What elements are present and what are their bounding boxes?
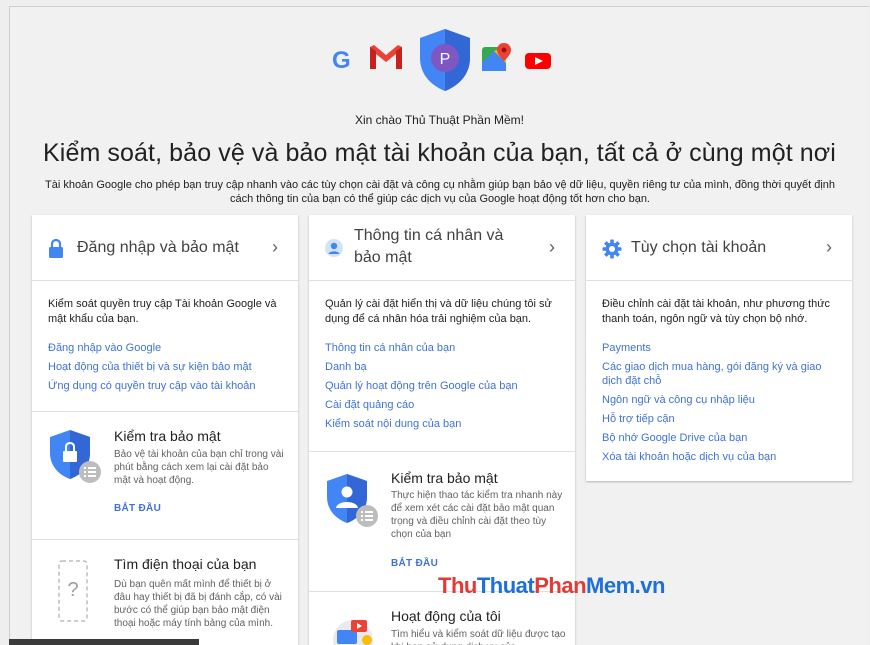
gmail-icon	[368, 43, 404, 76]
start-button[interactable]: BẮT ĐẦU	[114, 503, 161, 514]
card-title-line1: Thông tin cá nhân và	[354, 227, 504, 244]
promo-privacy-checkup: Kiểm tra bảo mật Thực hiện thao tác kiểm…	[309, 451, 575, 591]
greeting-text: Xin chào Thủ Thuật Phần Mềm!	[355, 113, 524, 127]
youtube-icon	[525, 51, 551, 76]
promo-title: Hoạt động của tôi	[391, 608, 501, 624]
card-signin-security: Đăng nhập và bảo mật › Kiểm soát quyền t…	[32, 215, 298, 645]
chevron-right-icon[interactable]: ›	[826, 237, 832, 258]
link-language-input[interactable]: Ngôn ngữ và công cụ nhập liệu	[602, 393, 836, 407]
svg-text:?: ?	[67, 579, 78, 601]
link-contacts[interactable]: Danh bạ	[325, 360, 559, 374]
watermark-logo: ThuThuatPhanMem.vn	[438, 573, 665, 598]
link-personal-info[interactable]: Thông tin cá nhân của bạn	[325, 341, 559, 355]
link-payments[interactable]: Payments	[602, 341, 836, 355]
link-ad-settings[interactable]: Cài đặt quảng cáo	[325, 398, 559, 412]
card-title: Thông tin cá nhân và bảo mật	[354, 225, 503, 269]
promo-my-activity: Hoạt động của tôi Tìm hiểu và kiểm soát …	[309, 591, 575, 645]
card-links: Payments Các giao dịch mua hàng, gói đăn…	[602, 341, 836, 464]
chevron-right-icon[interactable]: ›	[272, 237, 278, 258]
promo-title: Kiểm tra bảo mật	[391, 470, 498, 486]
card-description: Quản lý cài đặt hiển thị và dữ liệu chún…	[325, 298, 552, 325]
promo-text: Bảo vệ tài khoản của bạn chỉ trong vài p…	[114, 449, 284, 486]
promo-title: Tìm điện thoại của bạn	[114, 556, 257, 572]
link-apps-access[interactable]: Ứng dụng có quyền truy cập vào tài khoản	[48, 379, 282, 393]
promo-text: Dù bạn quên mất mình để thiết bị ở đâu h…	[114, 579, 282, 629]
card-header-personal[interactable]: Thông tin cá nhân và bảo mật ›	[309, 215, 575, 281]
google-g-icon: G	[332, 47, 351, 74]
promo-security-checkup: Kiểm tra bảo mật Bảo vệ tài khoản của bạ…	[32, 411, 298, 539]
security-shield-icon	[48, 428, 104, 489]
link-device-activity[interactable]: Hoạt động của thiết bị và sự kiện bảo mậ…	[48, 360, 282, 374]
card-header-account[interactable]: Tùy chọn tài khoản ›	[586, 215, 852, 281]
person-icon	[325, 239, 343, 262]
chevron-right-icon[interactable]: ›	[549, 237, 555, 258]
privacy-shield-icon	[325, 472, 381, 535]
page-subtitle: Tài khoản Google cho phép bạn truy cập n…	[44, 179, 836, 205]
promo-text: Thực hiện thao tác kiểm tra nhanh này để…	[391, 490, 563, 540]
link-drive-storage[interactable]: Bộ nhớ Google Drive của bạn	[602, 431, 836, 445]
google-account-page: G P Xin chào Thủ Thuật Phần Mềm! Kiểm so…	[10, 7, 869, 645]
link-accessibility[interactable]: Hỗ trợ tiếp cận	[602, 412, 836, 426]
card-title: Đăng nhập và bảo mật	[77, 239, 239, 256]
page-header: G P Xin chào Thủ Thuật Phần Mềm! Kiểm so…	[10, 7, 869, 219]
avatar-letter: P	[440, 51, 451, 68]
card-description: Điều chỉnh cài đặt tài khoản, như phương…	[602, 298, 831, 325]
link-delete-account[interactable]: Xóa tài khoản hoặc dịch vụ của bạn	[602, 450, 836, 464]
browser-viewport: G P Xin chào Thủ Thuật Phần Mềm! Kiểm so…	[9, 6, 869, 645]
page-headline: Kiểm soát, bảo vệ và bảo mật tài khoản c…	[43, 139, 836, 167]
status-bar	[9, 639, 199, 645]
gear-icon	[602, 239, 622, 264]
card-links: Đăng nhập vào Google Hoạt động của thiết…	[48, 341, 282, 393]
link-activity-controls[interactable]: Quản lý hoạt động trên Google của bạn	[325, 379, 559, 393]
card-links: Thông tin cá nhân của bạn Danh bạ Quản l…	[325, 341, 559, 431]
start-button[interactable]: BẮT ĐẦU	[391, 558, 438, 569]
my-activity-illustration-icon	[327, 610, 379, 645]
phone-question-icon: ?	[58, 560, 88, 627]
promo-title: Kiểm tra bảo mật	[114, 428, 221, 444]
card-title: Tùy chọn tài khoản	[631, 239, 767, 256]
card-title-line2: bảo mật	[354, 249, 412, 266]
link-purchases[interactable]: Các giao dịch mua hàng, gói đăng ký và g…	[602, 360, 836, 388]
account-shield-avatar-icon[interactable]: P	[418, 27, 472, 98]
link-content-control[interactable]: Kiểm soát nội dung của bạn	[325, 417, 559, 431]
link-signin-google[interactable]: Đăng nhập vào Google	[48, 341, 282, 355]
card-description: Kiểm soát quyền truy cập Tài khoản Googl…	[48, 298, 277, 325]
card-header-signin[interactable]: Đăng nhập và bảo mật ›	[32, 215, 298, 281]
maps-icon	[480, 41, 514, 80]
lock-icon	[48, 238, 64, 264]
promo-find-phone: ? Tìm điện thoại của bạn Dù bạn quên mất…	[32, 539, 298, 645]
card-account-preferences: Tùy chọn tài khoản › Điều chỉnh cài đặt …	[586, 215, 852, 481]
promo-text: Tìm hiểu và kiểm soát dữ liệu được tạo k…	[391, 629, 566, 645]
